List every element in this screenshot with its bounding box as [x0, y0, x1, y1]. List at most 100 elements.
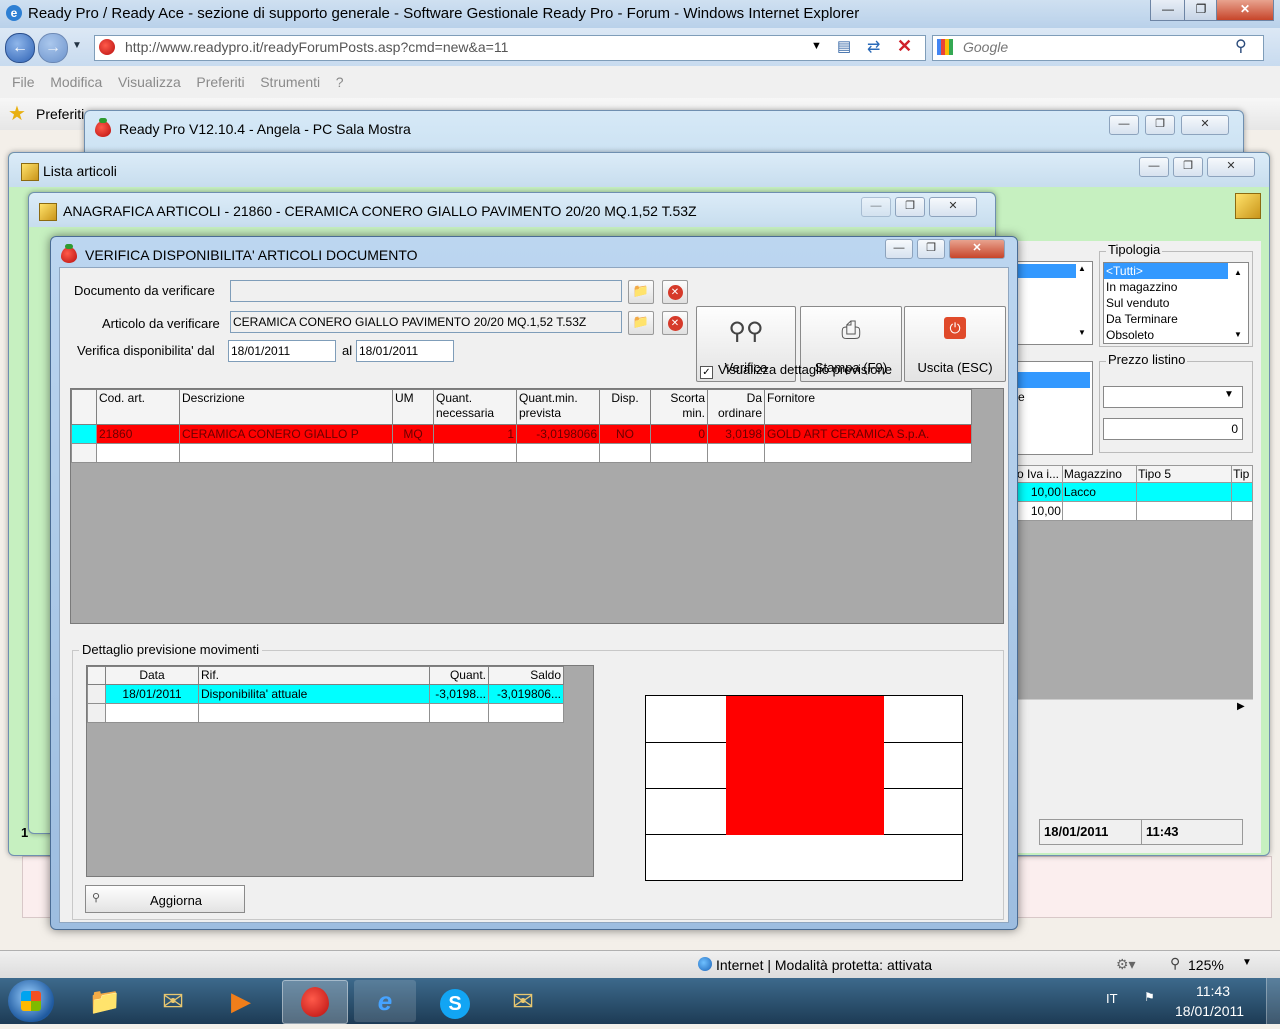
empty-cell[interactable] — [96, 443, 180, 463]
cell-um[interactable]: MQ — [392, 424, 434, 444]
bg-col-header[interactable]: o Iva i... — [1015, 465, 1063, 483]
refresh-icon[interactable]: ⇄ — [867, 37, 880, 57]
status-zone[interactable]: Internet | Modalità protetta: attivata — [716, 957, 932, 973]
grid-col-header[interactable]: Scorta min. — [650, 389, 708, 425]
lista-minimize-button[interactable]: — — [1139, 157, 1169, 177]
articolo-clear-button[interactable]: ✕ — [662, 311, 688, 335]
favorites-label[interactable]: Preferiti — [36, 106, 84, 122]
show-desktop-button[interactable] — [1266, 978, 1280, 1024]
compat-view-icon[interactable]: ▤ — [837, 37, 851, 55]
detail-col-header[interactable]: Quant. — [429, 666, 489, 685]
tipologia-option[interactable]: Obsoleto — [1104, 327, 1248, 343]
browser-close-button[interactable]: ✕ — [1216, 0, 1274, 21]
empty-cell[interactable] — [764, 443, 972, 463]
empty-cell[interactable] — [433, 443, 517, 463]
anagrafica-minimize-button[interactable]: — — [861, 197, 891, 217]
address-field[interactable]: http://www.readypro.it/readyForumPosts.a… — [94, 35, 926, 61]
detail-row-indicator[interactable] — [87, 684, 106, 704]
date-to-field[interactable]: 18/01/2011 — [356, 340, 454, 362]
tipologia-scroll-down-icon[interactable]: ▼ — [1234, 327, 1242, 343]
empty-cell[interactable] — [179, 443, 393, 463]
dialog-close-button[interactable]: ✕ — [949, 239, 1005, 259]
prezzo-dropdown-arrow-icon[interactable]: ▼ — [1224, 389, 1234, 400]
detail-col-header[interactable]: Saldo — [488, 666, 564, 685]
cell-fornitore[interactable]: GOLD ART CERAMICA S.p.A. — [764, 424, 972, 444]
taskbar-time[interactable]: 11:43 — [1196, 983, 1230, 999]
empty-cell[interactable] — [599, 443, 651, 463]
bg-col-header[interactable]: Magazzino — [1061, 465, 1138, 483]
bg-scroll-right-icon[interactable]: ▶ — [1237, 701, 1245, 712]
zoom-dropdown-icon[interactable]: ▼ — [1242, 957, 1252, 968]
articolo-browse-button[interactable]: 📁 — [628, 311, 654, 335]
start-button[interactable] — [8, 980, 54, 1022]
back-button[interactable]: ← — [5, 33, 35, 63]
bg-cell[interactable] — [1061, 501, 1138, 521]
documento-field[interactable] — [230, 280, 622, 302]
history-dropdown-icon[interactable]: ▼ — [72, 40, 82, 51]
grid-col-header[interactable]: Fornitore — [764, 389, 972, 425]
bg-cell[interactable] — [1136, 482, 1233, 502]
dialog-maximize-button[interactable]: ❐ — [917, 239, 945, 259]
bg-cell[interactable] — [1231, 482, 1253, 502]
filter-scroll-down-icon[interactable]: ▼ — [1078, 328, 1086, 337]
visualizza-checkbox[interactable]: ✓ Visualizza dettaglio previsione — [700, 362, 892, 379]
cell-descr[interactable]: CERAMICA CONERO GIALLO P — [179, 424, 393, 444]
prezzo-value-field[interactable]: 0 — [1103, 418, 1243, 440]
browser-maximize-button[interactable]: ❐ — [1184, 0, 1218, 21]
uscita-button[interactable]: ⏻ Uscita (ESC) — [904, 306, 1006, 382]
main-maximize-button[interactable]: ❐ — [1145, 115, 1175, 135]
taskbar-readypro-icon[interactable] — [282, 980, 348, 1024]
grid-col-header[interactable]: Disp. — [599, 389, 651, 425]
table-row-empty[interactable] — [71, 443, 972, 463]
zoom-level[interactable]: 125% — [1188, 957, 1224, 973]
menu-file[interactable]: File — [12, 74, 35, 90]
url-dropdown-icon[interactable]: ▼ — [811, 40, 822, 52]
taskbar-mail-icon[interactable]: ✉ — [492, 980, 554, 1022]
browser-minimize-button[interactable]: — — [1150, 0, 1186, 21]
empty-cell[interactable] — [516, 443, 600, 463]
grid-col-header[interactable]: Quant. necessaria — [433, 389, 517, 425]
bg-hscroll[interactable]: ▶ — [1015, 699, 1253, 716]
search-icon[interactable]: ⚲ — [1235, 36, 1247, 56]
grid-col-header[interactable]: UM — [392, 389, 434, 425]
lista-maximize-button[interactable]: ❐ — [1173, 157, 1203, 177]
protected-mode-icon[interactable]: ⚙▾ — [1116, 956, 1136, 973]
menu-modifica[interactable]: Modifica — [50, 74, 102, 90]
tipologia-option[interactable]: Da Terminare — [1104, 311, 1248, 327]
taskbar-date[interactable]: 18/01/2011 — [1175, 1003, 1244, 1019]
table-row[interactable]: 21860 CERAMICA CONERO GIALLO P MQ 1 -3,0… — [71, 424, 972, 444]
menu-preferiti[interactable]: Preferiti — [196, 74, 244, 90]
articolo-field[interactable]: CERAMICA CONERO GIALLO PAVIMENTO 20/20 M… — [230, 311, 622, 333]
secondary-listbox[interactable]: e — [1015, 361, 1093, 455]
row-indicator[interactable] — [71, 443, 97, 463]
detail-row-empty[interactable] — [87, 703, 564, 723]
anagrafica-close-button[interactable]: ✕ — [929, 197, 977, 217]
bg-cell[interactable] — [1231, 501, 1253, 521]
grid-col-header[interactable]: Cod. art. — [96, 389, 180, 425]
empty-cell[interactable] — [707, 443, 765, 463]
empty-cell[interactable] — [392, 443, 434, 463]
bg-cell[interactable] — [1136, 501, 1233, 521]
empty-cell[interactable] — [429, 703, 489, 723]
menu-visualizza[interactable]: Visualizza — [118, 74, 181, 90]
row-indicator[interactable] — [71, 424, 97, 444]
empty-cell[interactable] — [105, 703, 199, 723]
empty-cell[interactable] — [488, 703, 564, 723]
main-minimize-button[interactable]: — — [1109, 115, 1139, 135]
menu-help[interactable]: ? — [336, 74, 344, 90]
taskbar-media-icon[interactable]: ▶ — [210, 980, 272, 1022]
detail-cell-data[interactable]: 18/01/2011 — [105, 684, 199, 704]
search-field[interactable]: Google ⚲ — [932, 35, 1264, 61]
grid-col-header[interactable]: Descrizione — [179, 389, 393, 425]
bg-cell[interactable]: 10,00 — [1015, 482, 1063, 502]
tipologia-scroll-up-icon[interactable]: ▲ — [1234, 265, 1242, 281]
main-close-button[interactable]: ✕ — [1181, 115, 1229, 135]
grid-col-header[interactable]: Quant.min. prevista — [516, 389, 600, 425]
taskbar-outlook-icon[interactable]: ✉ — [142, 980, 204, 1022]
detail-row[interactable]: 18/01/2011 Disponibilita' attuale -3,019… — [87, 684, 564, 704]
tipologia-listbox[interactable]: <Tutti> In magazzino Sul venduto Da Term… — [1103, 262, 1249, 344]
empty-cell[interactable] — [650, 443, 708, 463]
detail-col-header[interactable]: Rif. — [198, 666, 430, 685]
forward-button[interactable]: → — [38, 33, 68, 63]
tray-flag-icon[interactable]: ⚑ — [1144, 990, 1155, 1004]
